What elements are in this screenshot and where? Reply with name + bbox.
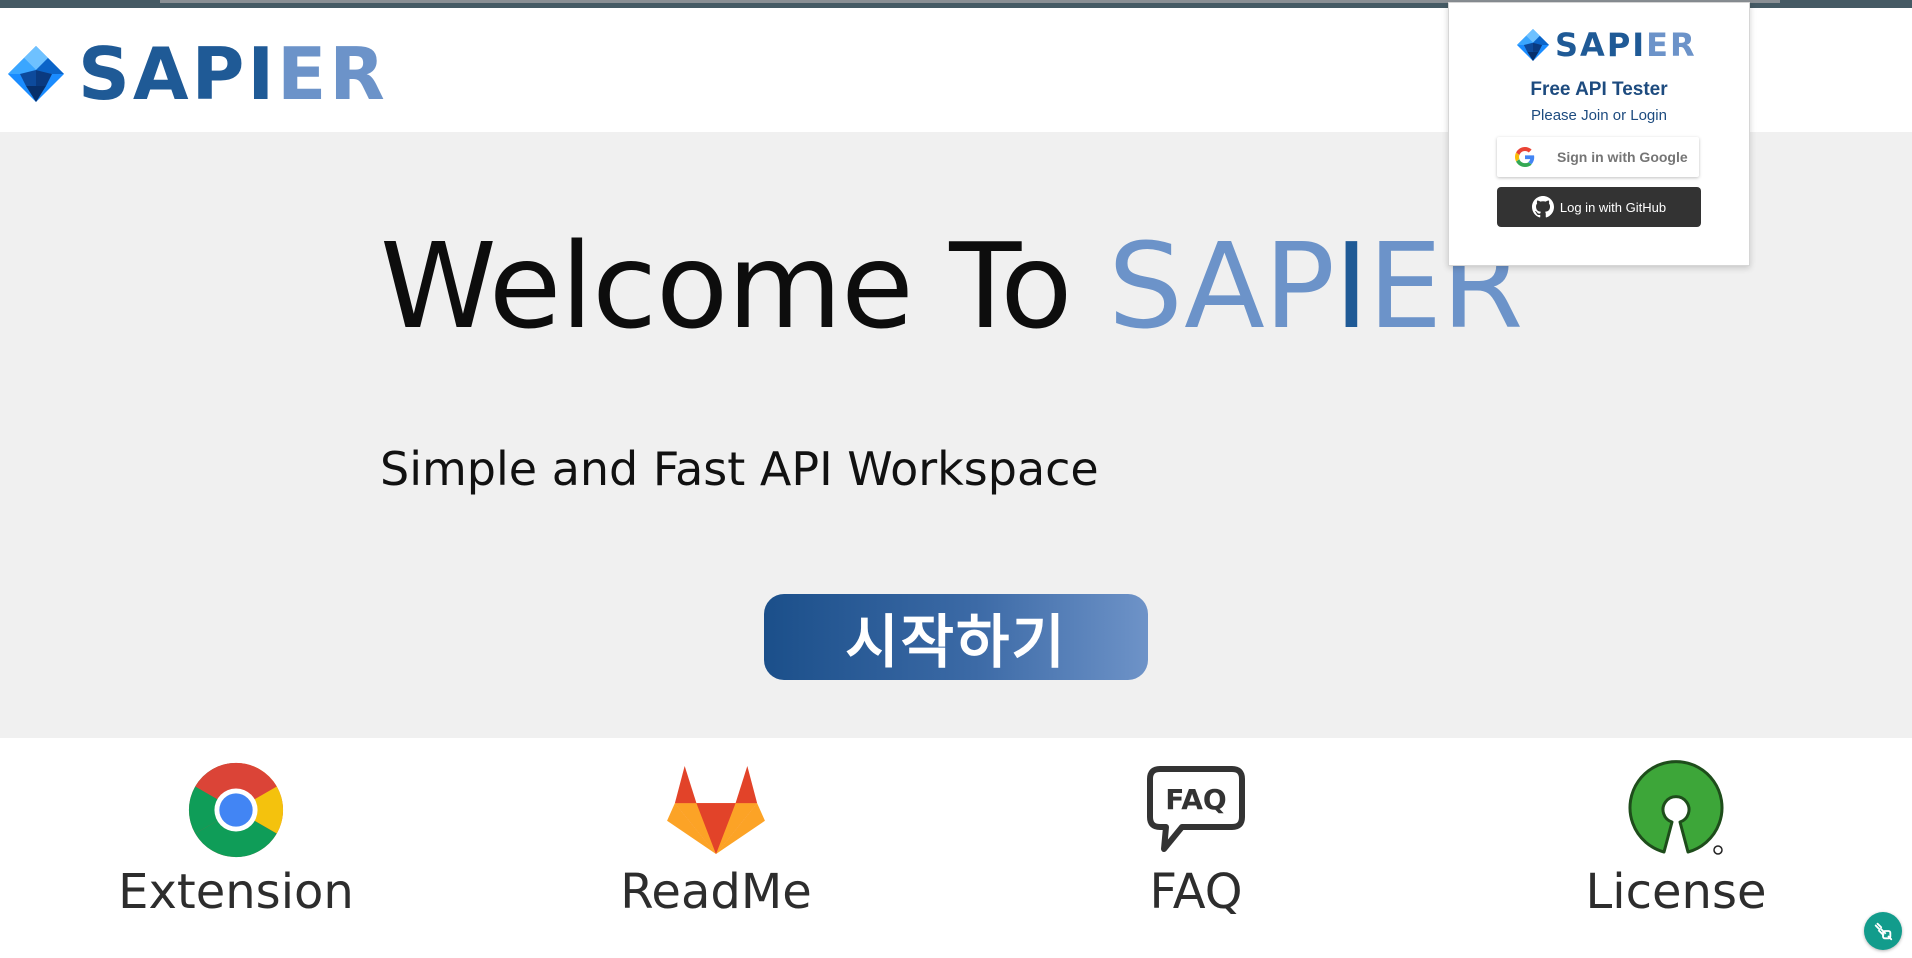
license-link[interactable]: License xyxy=(1546,760,1806,920)
hero-subtitle: Simple and Fast API Workspace xyxy=(380,442,1099,496)
hero-title: Welcome To SAPIER xyxy=(380,217,1523,355)
login-brand-name: SAPIER xyxy=(1555,26,1697,64)
license-label: License xyxy=(1585,864,1767,920)
google-signin-button[interactable]: Sign in with Google xyxy=(1497,137,1699,177)
faq-label: FAQ xyxy=(1149,864,1243,920)
readme-label: ReadMe xyxy=(620,864,812,920)
diamond-logo-icon xyxy=(1517,29,1549,61)
brand-logo[interactable]: SAPIER xyxy=(8,38,388,110)
login-title: Free API Tester xyxy=(1530,79,1668,100)
floating-action-button[interactable] xyxy=(1864,912,1902,950)
gitlab-icon xyxy=(667,765,765,855)
svg-text:FAQ: FAQ xyxy=(1165,783,1226,816)
readme-link[interactable]: ReadMe xyxy=(586,760,846,920)
google-icon xyxy=(1515,147,1535,167)
open-source-icon xyxy=(1628,760,1724,855)
login-popup: SAPIER Free API Tester Please Join or Lo… xyxy=(1448,2,1750,266)
start-button[interactable]: 시작하기 xyxy=(764,594,1148,680)
brand-name: SAPIER xyxy=(78,32,388,116)
plug-icon xyxy=(1874,922,1893,941)
github-icon xyxy=(1531,196,1554,218)
extension-link[interactable]: Extension xyxy=(106,760,366,920)
login-subtitle: Please Join or Login xyxy=(1531,107,1667,124)
github-login-button[interactable]: Log in with GitHub xyxy=(1497,187,1701,227)
github-login-label: Log in with GitHub xyxy=(1559,199,1667,215)
login-brand: SAPIER xyxy=(1517,29,1697,61)
feature-links: Extension ReadMe FAQ FAQ License xyxy=(0,738,1912,958)
extension-label: Extension xyxy=(118,864,354,920)
diamond-logo-icon xyxy=(8,46,64,102)
chrome-icon xyxy=(188,762,284,858)
faq-icon: FAQ xyxy=(1147,766,1245,852)
faq-link[interactable]: FAQ FAQ xyxy=(1066,760,1326,920)
google-signin-label: Sign in with Google xyxy=(1557,149,1688,165)
